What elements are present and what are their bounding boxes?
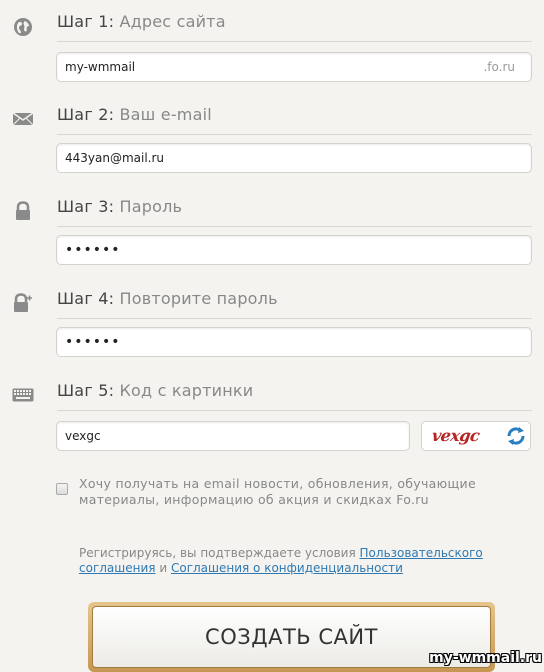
email-input[interactable] xyxy=(57,144,531,172)
terms-prefix: Регистрируясь, вы подтверждаете условия xyxy=(79,546,356,560)
step-3-title: Пароль xyxy=(119,197,183,216)
newsletter-label[interactable]: Хочу получать на email новости, обновлен… xyxy=(79,476,499,508)
site-address-field[interactable]: .fo.ru xyxy=(56,52,532,82)
step-5-number: Шаг 5: xyxy=(57,381,115,400)
email-field[interactable] xyxy=(56,143,532,173)
password-confirm-field[interactable] xyxy=(56,327,532,357)
watermark: my-wmmail.ru xyxy=(429,650,542,666)
envelope-icon xyxy=(12,108,34,130)
step-4-number: Шаг 4: xyxy=(57,289,115,308)
step-4-title: Повторите пароль xyxy=(119,289,278,308)
lock-icon xyxy=(12,292,34,314)
terms-text: Регистрируясь, вы подтверждаете условия … xyxy=(79,546,519,576)
step-1-header: Шаг 1: Адрес сайта xyxy=(57,11,532,42)
keyboard-icon xyxy=(12,384,34,406)
site-domain-suffix: .fo.ru xyxy=(483,60,515,74)
step-5-title: Код с картинки xyxy=(119,381,254,400)
globe-icon xyxy=(12,16,34,38)
password-field[interactable] xyxy=(56,235,532,265)
newsletter-checkbox[interactable] xyxy=(56,483,68,495)
captcha-input[interactable] xyxy=(57,422,409,450)
step-1-title: Адрес сайта xyxy=(119,12,226,31)
step-2-title: Ваш e-mail xyxy=(119,105,212,124)
step-1-number: Шаг 1: xyxy=(57,12,115,31)
step-3-number: Шаг 3: xyxy=(57,197,115,216)
captcha-image: vexgc xyxy=(421,421,531,451)
step-3-header: Шаг 3: Пароль xyxy=(57,196,532,227)
lock-icon xyxy=(12,200,34,222)
refresh-icon[interactable] xyxy=(505,425,527,447)
password-confirm-input[interactable] xyxy=(57,328,531,356)
step-2-header: Шаг 2: Ваш e-mail xyxy=(57,104,532,135)
step-5-header: Шаг 5: Код с картинки xyxy=(57,380,532,411)
captcha-image-text: vexgc xyxy=(430,426,481,445)
password-input[interactable] xyxy=(57,236,531,264)
privacy-policy-link[interactable]: Соглашения о конфиденциальности xyxy=(171,561,403,575)
step-2-number: Шаг 2: xyxy=(57,105,115,124)
step-4-header: Шаг 4: Повторите пароль xyxy=(57,288,532,319)
terms-and: и xyxy=(159,561,168,575)
captcha-field[interactable] xyxy=(56,421,410,451)
site-address-input[interactable] xyxy=(57,53,531,81)
